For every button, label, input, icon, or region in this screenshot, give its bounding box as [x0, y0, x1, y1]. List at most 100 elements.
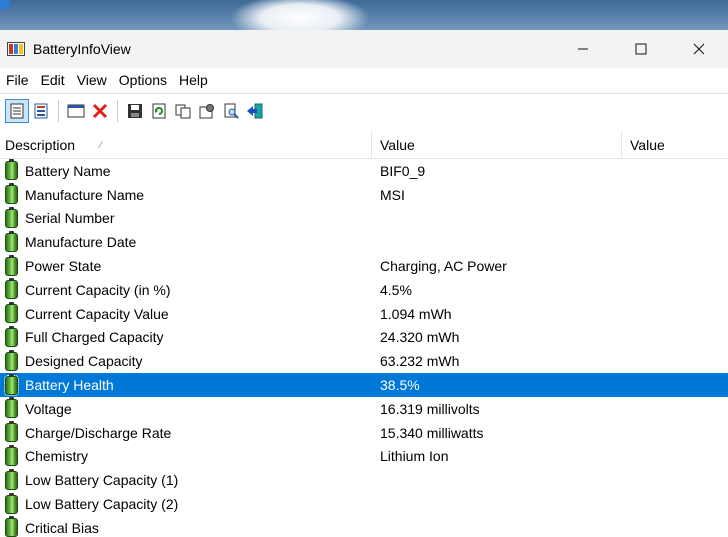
row-value-cell [372, 207, 622, 231]
row-value-cell: 63.232 mWh [372, 349, 622, 373]
row-value: 63.232 mWh [380, 353, 460, 370]
column-header-value[interactable]: Value [372, 131, 622, 159]
row-value: 24.320 mWh [380, 329, 460, 346]
column-header-description[interactable]: Description ⁄ [0, 131, 372, 159]
table-row[interactable]: Full Charged Capacity 24.320 mWh [0, 325, 728, 350]
row-value: 38.5% [380, 377, 420, 394]
battery-icon [5, 183, 18, 205]
menu-bar: File Edit View Options Help [0, 68, 728, 92]
row-label: Battery Health [25, 377, 114, 394]
battery-info-mode-button[interactable] [5, 98, 29, 123]
save-button[interactable] [123, 99, 147, 123]
table-row[interactable]: Low Battery Capacity (2) [0, 492, 728, 516]
maximize-icon [635, 43, 647, 55]
battery-icon [5, 516, 18, 537]
table-row[interactable]: Current Capacity (in %) 4.5% [0, 278, 728, 302]
table-row[interactable]: Battery Name BIF0_9 [0, 159, 728, 183]
exit-icon [247, 103, 263, 118]
row-value: BIF0_9 [380, 162, 426, 179]
battery-icon [4, 373, 19, 396]
row-value-cell: 38.5% [372, 373, 622, 397]
table-row[interactable]: Charge/Discharge Rate 15.340 milliwatts [0, 421, 728, 445]
sort-ascending-icon: ⁄ [100, 140, 102, 150]
row-value-cell: 1.094 mWh [372, 302, 622, 326]
table-row[interactable]: Current Capacity Value 1.094 mWh [0, 302, 728, 326]
wallpaper-cloud [230, 0, 370, 30]
row-label: Low Battery Capacity (2) [25, 496, 179, 513]
row-label: Critical Bias [25, 519, 99, 536]
column-header-value-2-label: Value [630, 137, 665, 153]
row-description-cell: Current Capacity Value [0, 302, 372, 326]
table-row[interactable]: Designed Capacity 63.232 mWh [0, 349, 728, 373]
properties-button[interactable] [195, 99, 219, 123]
row-value: 15.340 milliwatts [380, 424, 484, 441]
battery-icon [5, 444, 18, 466]
exit-button[interactable] [243, 99, 267, 123]
row-value-cell: 24.320 mWh [372, 326, 622, 350]
menu-file[interactable]: File [0, 72, 35, 88]
refresh-button[interactable] [147, 99, 171, 123]
copy-button[interactable] [171, 99, 195, 123]
save-icon [128, 103, 142, 118]
column-header-value-2[interactable]: Value [622, 131, 728, 159]
battery-icon [5, 468, 18, 490]
row-label: Current Capacity (in %) [25, 281, 171, 298]
minimize-icon [578, 48, 588, 50]
row-label: Battery Name [25, 162, 111, 179]
row-value-cell [372, 492, 622, 516]
table-row[interactable]: Chemistry Lithium Ion [0, 444, 728, 469]
html-report-button[interactable] [219, 99, 243, 123]
table-row[interactable]: Low Battery Capacity (1) [0, 468, 728, 492]
find-icon [224, 103, 239, 119]
table-row[interactable]: Critical Bias [0, 516, 728, 537]
battery-icon [5, 206, 18, 228]
window-icon [67, 104, 85, 117]
row-description-cell: Power State [0, 254, 372, 278]
close-button[interactable] [670, 30, 728, 68]
row-label: Current Capacity Value [25, 305, 169, 322]
row-value-cell: Lithium Ion [372, 445, 622, 469]
desktop-shortcut-icon[interactable] [0, 0, 10, 9]
row-value: Charging, AC Power [380, 258, 507, 275]
menu-options[interactable]: Options [113, 72, 173, 88]
battery-info-list[interactable]: Description ⁄ Value Value Battery Name BI… [0, 131, 728, 537]
menu-view[interactable]: View [71, 72, 113, 88]
toolbar-separator [58, 99, 59, 122]
row-description-cell: Low Battery Capacity (1) [0, 468, 372, 492]
table-row[interactable]: Manufacture Date [0, 230, 728, 254]
table-row[interactable]: Power State Charging, AC Power [0, 254, 728, 278]
table-row[interactable]: Manufacture Name MSI [0, 183, 728, 207]
battery-icon [5, 278, 18, 300]
menu-help[interactable]: Help [173, 72, 214, 88]
row-description-cell: Voltage [0, 397, 372, 421]
battery-icon [5, 230, 18, 252]
row-value-cell [372, 516, 622, 537]
stop-log-button[interactable] [88, 99, 112, 123]
maximize-button[interactable] [612, 30, 670, 68]
battery-icon [5, 159, 18, 181]
row-description-cell: Charge/Discharge Rate [0, 421, 372, 445]
copy-icon [175, 104, 191, 118]
row-value-cell: Charging, AC Power [372, 254, 622, 278]
row-value-cell: 15.340 milliwatts [372, 421, 622, 445]
menu-edit[interactable]: Edit [35, 72, 71, 88]
minimize-button[interactable] [554, 30, 612, 68]
row-description-cell: Current Capacity (in %) [0, 278, 372, 302]
row-description-cell: Full Charged Capacity [0, 325, 372, 350]
row-label: Full Charged Capacity [25, 329, 164, 346]
app-battery-icon [7, 42, 25, 56]
row-label: Chemistry [25, 448, 89, 465]
table-row[interactable]: Serial Number [0, 206, 728, 231]
battery-log-icon [34, 103, 48, 118]
table-row[interactable]: Battery Health 38.5% [0, 373, 728, 397]
desktop-background [0, 0, 728, 30]
toolbar [0, 93, 728, 127]
start-log-button[interactable] [64, 99, 88, 123]
window-title: BatteryInfoView [33, 41, 131, 57]
table-row[interactable]: Voltage 16.319 millivolts [0, 397, 728, 421]
title-bar: BatteryInfoView [0, 30, 728, 68]
delete-x-icon [92, 103, 108, 118]
battery-log-mode-button[interactable] [29, 99, 53, 123]
battery-info-icon [10, 103, 24, 118]
row-value-cell [372, 230, 622, 254]
